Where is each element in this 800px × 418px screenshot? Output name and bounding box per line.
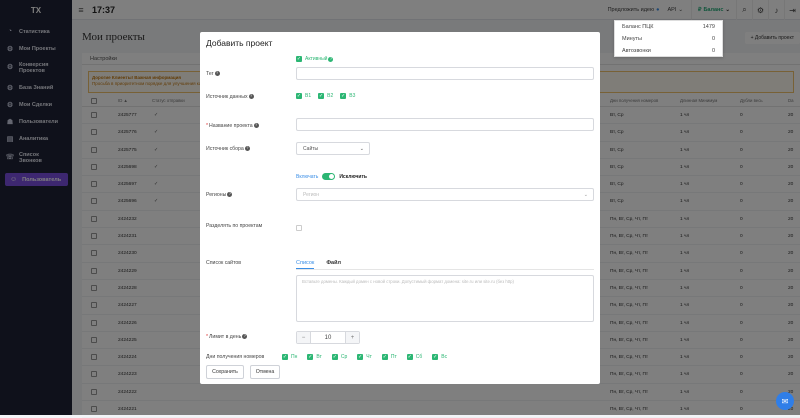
day-checkbox-thu[interactable]: ✓ Чт <box>357 354 372 360</box>
help-icon: ? <box>248 94 254 100</box>
cancel-button[interactable]: Отмена <box>250 365 280 379</box>
collect-source-label: Источник сбора? <box>206 146 250 152</box>
tag-label: Тег? <box>206 71 220 77</box>
chevron-down-icon: ⌄ <box>359 145 364 152</box>
regions-label: Регионы? <box>206 192 233 198</box>
day-checkbox-sun[interactable]: ✓ Вс <box>432 354 447 360</box>
split-checkbox[interactable] <box>296 225 302 231</box>
check-icon: ✓ <box>296 56 302 62</box>
limit-label: *Лимит в день? <box>206 334 248 340</box>
day-checkbox-fri[interactable]: ✓ Пт <box>381 354 397 360</box>
split-label: Разделять по проектам <box>206 223 263 229</box>
help-icon: ? <box>328 56 334 62</box>
increment-button[interactable]: + <box>346 332 359 343</box>
active-label: Активный <box>305 56 328 62</box>
save-button[interactable]: Сохранить <box>206 365 244 379</box>
balance-row-label: Автозвонки <box>622 48 651 54</box>
toggle-switch[interactable] <box>322 173 336 180</box>
sites-textarea[interactable]: Вставьте домены. Каждый домен с новой ст… <box>296 275 594 322</box>
tab-list[interactable]: Список <box>296 260 315 269</box>
include-label: Включать <box>296 173 319 180</box>
balance-row-value: 0 <box>711 36 715 42</box>
help-icon: ? <box>214 71 220 77</box>
help-icon: ? <box>253 123 259 129</box>
balance-row: Минуты 0 <box>615 33 722 45</box>
project-name-input[interactable] <box>296 118 594 131</box>
balance-row-value: 1479 <box>702 24 715 30</box>
decrement-button[interactable]: − <box>297 332 310 343</box>
sites-tabs: Список Файл <box>296 260 341 269</box>
source-checkbox-b2[interactable]: ✓ В2 <box>318 93 333 99</box>
add-project-modal: Добавить проект ✓ Активный? Тег? Источник… <box>200 32 600 384</box>
modal-title: Добавить проект <box>206 38 273 48</box>
check-icon: ✓ <box>318 93 325 99</box>
regions-select[interactable]: Регион ⌄ <box>296 188 594 201</box>
check-icon: ✓ <box>340 93 347 99</box>
help-icon: ? <box>244 146 250 152</box>
check-icon: ✓ <box>296 93 302 99</box>
data-sources: ✓ В1 ✓ В2 ✓ В3 <box>296 93 355 99</box>
data-sources-label: Источник данных? <box>206 94 254 100</box>
balance-row-value: 0 <box>711 48 715 54</box>
chat-icon[interactable]: ✉ <box>776 392 794 410</box>
day-checkbox-mon[interactable]: ✓ Пн <box>282 354 297 360</box>
balance-row: Баланс ПЦК 1479 <box>615 21 722 33</box>
active-checkbox[interactable]: ✓ Активный? <box>296 56 334 63</box>
days-checkboxes: ✓ Пн ✓ Вт ✓ Ср ✓ Чт ✓ Пт ✓ Сб ✓ Вс <box>282 354 447 360</box>
help-icon: ? <box>227 192 233 198</box>
days-label: Дни получения номеров <box>206 354 265 360</box>
day-checkbox-wed[interactable]: ✓ Ср <box>331 354 347 360</box>
collect-source-select[interactable]: Сайты ⌄ <box>296 142 370 155</box>
source-checkbox-b1[interactable]: ✓ В1 <box>296 93 311 99</box>
balance-row: Автозвонки 0 <box>615 45 722 57</box>
tab-file[interactable]: Файл <box>326 260 341 269</box>
day-checkbox-tue[interactable]: ✓ Вт <box>307 354 322 360</box>
chevron-down-icon: ⌄ <box>583 191 588 198</box>
balance-row-label: Минуты <box>622 36 642 42</box>
project-name-label: *Название проекта? <box>206 123 259 129</box>
help-icon: ? <box>242 334 248 340</box>
exclude-label: Исключить <box>339 173 368 180</box>
limit-value[interactable]: 10 <box>310 332 346 343</box>
balance-dropdown: Баланс ПЦК 1479 Минуты 0 Автозвонки 0 <box>614 20 723 57</box>
sites-label: Список сайтов <box>206 260 242 266</box>
collect-source-value: Сайты <box>303 145 319 152</box>
day-checkbox-sat[interactable]: ✓ Сб <box>406 354 422 360</box>
balance-row-label: Баланс ПЦК <box>622 24 654 30</box>
tag-input[interactable] <box>296 67 594 80</box>
include-exclude-toggle[interactable]: Включать Исключить <box>296 173 367 180</box>
limit-stepper[interactable]: − 10 + <box>296 331 360 344</box>
source-checkbox-b3[interactable]: ✓ В3 <box>340 93 355 99</box>
